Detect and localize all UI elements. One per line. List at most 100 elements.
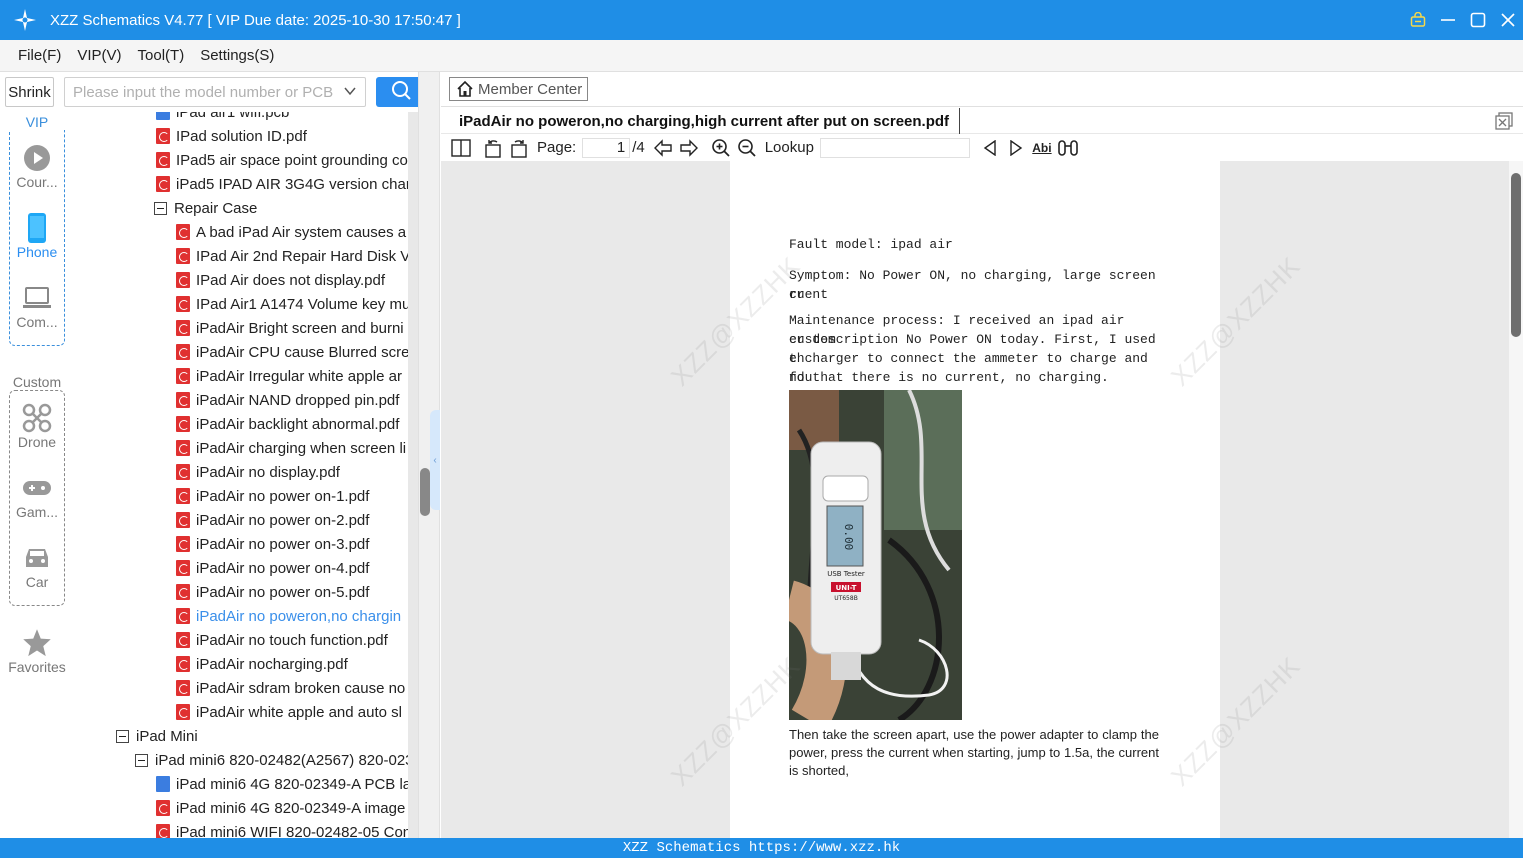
menu-tool[interactable]: Tool(T) bbox=[138, 47, 185, 64]
pcb-file-icon bbox=[156, 112, 170, 120]
tree-folder[interactable]: Repair Case bbox=[154, 196, 257, 220]
menu-settings[interactable]: Settings(S) bbox=[200, 47, 274, 64]
menu-file[interactable]: File(F) bbox=[18, 47, 61, 64]
document-tab[interactable]: iPadAir no poweron,no charging,high curr… bbox=[449, 108, 961, 134]
tree-file[interactable]: iPadAir no power on-3.pdf bbox=[176, 532, 369, 556]
find-next-icon[interactable] bbox=[1004, 136, 1028, 160]
phone-icon bbox=[0, 212, 74, 244]
category-drone[interactable]: Drone bbox=[0, 402, 74, 450]
prev-page-icon[interactable] bbox=[651, 136, 675, 160]
tree-file[interactable]: iPadAir no poweron,no chargin bbox=[176, 604, 401, 628]
zoom-in-icon[interactable] bbox=[709, 136, 733, 160]
pdf-file-icon bbox=[176, 560, 190, 576]
tree-item-label: iPadAir no power on-4.pdf bbox=[196, 559, 370, 577]
tree-file[interactable]: iPadAir no power on-4.pdf bbox=[176, 556, 369, 580]
pdf-file-icon bbox=[156, 128, 170, 144]
search-combobox[interactable] bbox=[64, 77, 366, 107]
tree-file[interactable]: iPad5 IPAD AIR 3G4G version chan bbox=[156, 172, 408, 196]
pdf-file-icon bbox=[176, 464, 190, 480]
tree-file[interactable]: iPad mini6 WIFI 820-02482-05 Con bbox=[156, 820, 408, 838]
tree-folder[interactable]: iPad Mini bbox=[116, 724, 198, 748]
tree-file[interactable]: iPad air1 wifi.pcb bbox=[156, 112, 289, 124]
category-car[interactable]: Car bbox=[0, 542, 74, 590]
tree-item-label: iPad Mini bbox=[136, 727, 198, 745]
tester-label: USB Tester bbox=[827, 570, 865, 578]
tree-file[interactable]: iPadAir CPU cause Blurred scree bbox=[176, 340, 408, 364]
tree-file[interactable]: IPad Air1 A1474 Volume key mu bbox=[176, 292, 408, 316]
lookup-input[interactable] bbox=[819, 137, 970, 158]
close-all-tabs-icon[interactable] bbox=[1495, 112, 1513, 134]
member-center-button[interactable]: Member Center bbox=[449, 77, 588, 101]
tree-file[interactable]: iPad mini6 4G 820-02349-A PCB la bbox=[156, 772, 408, 796]
tree-file[interactable]: iPadAir no display.pdf bbox=[176, 460, 340, 484]
category-computer[interactable]: Com... bbox=[0, 282, 74, 330]
tree-file[interactable]: iPadAir sdram broken cause no bbox=[176, 676, 405, 700]
member-center-label: Member Center bbox=[478, 80, 583, 98]
tree-file[interactable]: iPadAir charging when screen li bbox=[176, 436, 406, 460]
category-game[interactable]: Gam... bbox=[0, 472, 74, 520]
star-icon bbox=[0, 627, 74, 659]
lock-icon[interactable] bbox=[1403, 0, 1433, 40]
pdf-file-icon bbox=[176, 608, 190, 624]
binoculars-icon[interactable] bbox=[1056, 136, 1080, 160]
play-icon bbox=[0, 142, 74, 174]
tree-scrollbar[interactable] bbox=[408, 112, 418, 838]
tree-item-label: IPad Air does not display.pdf bbox=[196, 271, 386, 289]
tree-file[interactable]: iPadAir no power on-1.pdf bbox=[176, 484, 369, 508]
tree-folder[interactable]: iPad mini6 820-02482(A2567) 820-023 bbox=[135, 748, 408, 772]
tree-file[interactable]: iPadAir no power on-5.pdf bbox=[176, 580, 369, 604]
collapse-icon[interactable] bbox=[116, 729, 129, 743]
viewer-scrollbar[interactable] bbox=[1509, 161, 1523, 838]
close-icon[interactable] bbox=[1493, 0, 1523, 40]
pane-splitter[interactable]: ‹ bbox=[418, 72, 440, 838]
collapse-icon[interactable] bbox=[154, 201, 167, 215]
category-phone[interactable]: Phone bbox=[0, 212, 74, 260]
tree-file[interactable]: iPadAir backlight abnormal.pdf bbox=[176, 412, 399, 436]
rotate-left-icon[interactable] bbox=[481, 136, 505, 160]
tree-file[interactable]: iPad mini6 4G 820-02349-A image bbox=[156, 796, 405, 820]
category-courses[interactable]: Cour... bbox=[0, 142, 74, 190]
tree-file[interactable]: A bad iPad Air system causes a bbox=[176, 220, 406, 244]
tree-file[interactable]: IPad Air does not display.pdf bbox=[176, 268, 385, 292]
viewer-scrollbar-thumb[interactable] bbox=[1511, 173, 1521, 337]
pdf-file-icon bbox=[176, 344, 190, 360]
tree-item-label: iPadAir no display.pdf bbox=[196, 463, 340, 481]
tree-item-label: A bad iPad Air system causes a bbox=[196, 223, 407, 241]
tree-file[interactable]: IPad solution ID.pdf bbox=[156, 124, 307, 148]
shrink-button[interactable]: Shrink bbox=[5, 77, 54, 107]
tree-file[interactable]: IPad5 air space point grounding co bbox=[156, 148, 408, 172]
tree-file[interactable]: IPad Air 2nd Repair Hard Disk V bbox=[176, 244, 408, 268]
pdf-file-icon bbox=[176, 296, 190, 312]
page-number-input[interactable]: 1 bbox=[582, 137, 631, 158]
pdf-file-icon bbox=[176, 704, 190, 720]
match-case-icon[interactable]: Abi bbox=[1030, 136, 1054, 160]
chevron-down-icon[interactable] bbox=[343, 84, 357, 102]
tree-file[interactable]: iPadAir Bright screen and burni bbox=[176, 316, 404, 340]
tree-file[interactable]: iPadAir nocharging.pdf bbox=[176, 652, 348, 676]
symptom-line-2: rrent bbox=[789, 287, 829, 302]
tree-file[interactable]: iPadAir white apple and auto sl bbox=[176, 700, 402, 724]
zoom-out-icon[interactable] bbox=[735, 136, 759, 160]
collapse-icon[interactable] bbox=[135, 753, 148, 767]
menu-vip[interactable]: VIP(V) bbox=[77, 47, 121, 64]
tree-file[interactable]: iPadAir no touch function.pdf bbox=[176, 628, 388, 652]
body-paragraph: Then take the screen apart, use the powe… bbox=[789, 727, 1159, 778]
rotate-right-icon[interactable] bbox=[507, 136, 531, 160]
split-view-icon[interactable] bbox=[449, 136, 473, 160]
find-prev-icon[interactable] bbox=[978, 136, 1002, 160]
minimize-icon[interactable] bbox=[1433, 0, 1463, 40]
collapse-handle[interactable]: ‹ bbox=[430, 410, 440, 510]
tree-file[interactable]: iPadAir NAND dropped pin.pdf bbox=[176, 388, 399, 412]
pdf-file-icon bbox=[176, 632, 190, 648]
window-title: XZZ Schematics V4.77 [ VIP Due date: 202… bbox=[50, 11, 461, 29]
tree-item-label: iPad mini6 820-02482(A2567) 820-023 bbox=[155, 751, 408, 769]
next-page-icon[interactable] bbox=[677, 136, 701, 160]
maximize-icon[interactable] bbox=[1463, 0, 1493, 40]
tree-file[interactable]: iPadAir Irregular white apple ar bbox=[176, 364, 402, 388]
category-favorites[interactable]: Favorites bbox=[0, 627, 74, 675]
tree-item-label: iPadAir no poweron,no chargin bbox=[196, 607, 402, 625]
tree-file[interactable]: iPadAir no power on-2.pdf bbox=[176, 508, 369, 532]
pdf-viewer[interactable]: Fault model: ipad air Symptom: No Power … bbox=[441, 161, 1509, 838]
search-input[interactable] bbox=[73, 83, 333, 101]
tree-scrollbar-thumb[interactable] bbox=[420, 468, 430, 516]
